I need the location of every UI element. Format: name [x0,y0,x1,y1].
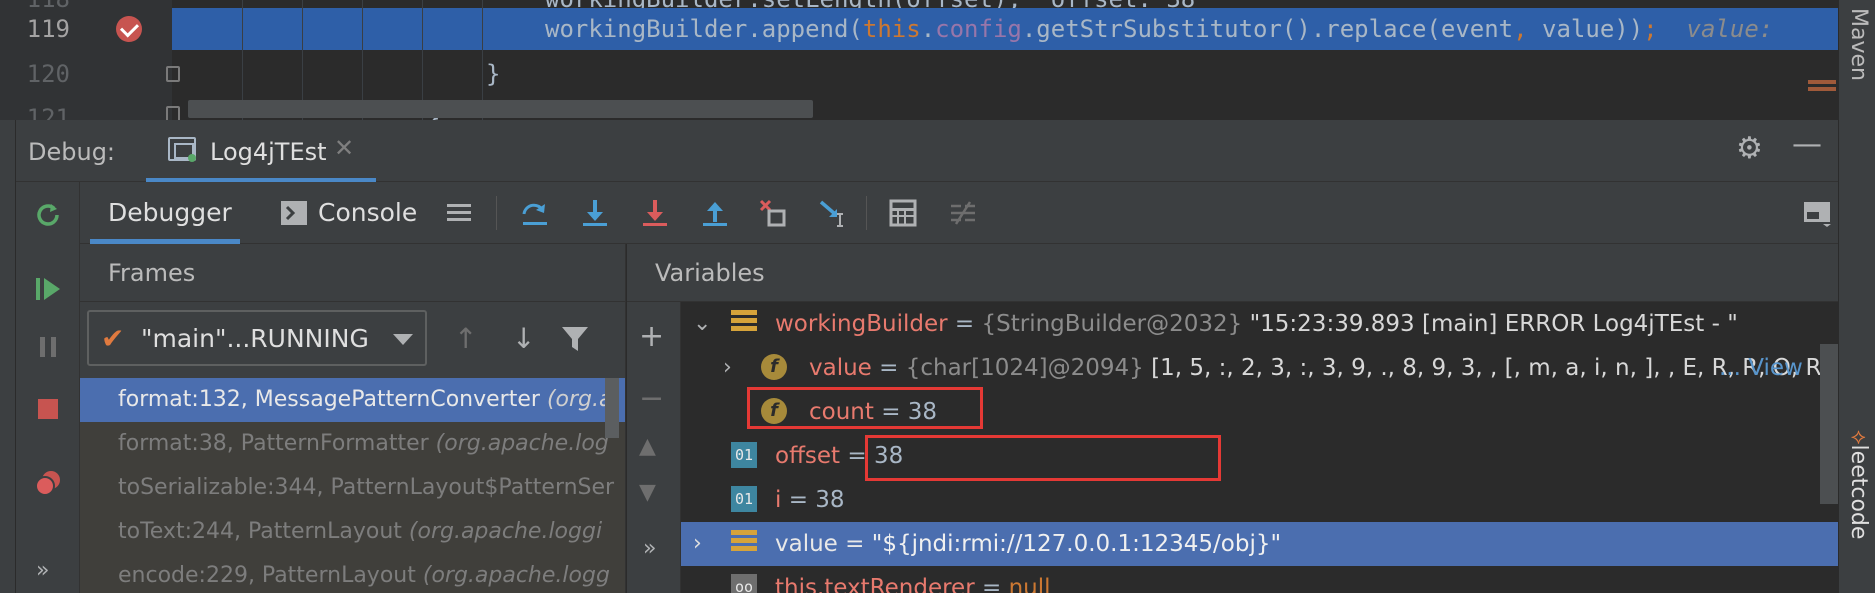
variable-tree: ⌄ workingBuilder = {StringBuilder@2032} … [681,302,1838,593]
tab-debugger[interactable]: Debugger [90,182,240,244]
variables-panel: Variables + − ▲ ▼ » ⌄ workingBuilder = {… [627,244,1838,593]
move-down-icon[interactable]: ▼ [639,478,656,508]
drop-frame-icon[interactable] [758,198,788,228]
line-number: 120 [26,60,70,88]
code-editor[interactable]: 118 workingBuilder.setLength(offset); of… [0,0,1838,120]
object-icon [731,530,757,556]
highlight-box-count [747,387,983,429]
variable-row-i[interactable]: 01 i = 38 [681,478,1838,522]
view-link[interactable]: ... View [1719,346,1803,390]
layout-menu-icon[interactable] [444,198,474,228]
debug-tool-window-header: Debug: Log4jTEst ✕ ⚙ — [16,120,1838,182]
primitive-icon: 01 [731,486,757,512]
move-up-icon[interactable]: ▲ [639,432,656,462]
leetcode-tool-tab[interactable]: ⟡leetcode [1846,430,1871,539]
restore-layout-icon[interactable] [1802,198,1832,228]
breakpoint-icon[interactable] [116,16,142,42]
current-execution-line[interactable]: 119 workingBuilder.append(this.config.ge… [0,8,1838,50]
variable-row-offset[interactable]: 01 offset = 38 [681,434,1838,478]
highlight-box-jndi-value [865,435,1221,481]
pause-icon[interactable] [33,332,63,362]
more-actions-icon[interactable]: » [643,534,656,564]
frames-header: Frames [80,244,625,302]
step-over-icon[interactable] [520,198,550,228]
fold-marker-icon[interactable] [166,106,180,120]
frames-panel: Frames ✔ "main"...RUNNING ↑ ↓ format:132… [80,244,626,593]
debug-session-tab[interactable]: Log4jTEst ✕ [146,120,376,182]
line-number: 121 [26,104,70,120]
check-icon: ✔ [101,322,125,355]
console-icon [281,201,307,225]
editor-horizontal-scrollbar[interactable] [188,100,813,118]
frame-row[interactable]: toText:244, PatternLayout (org.apache.lo… [80,510,625,554]
frame-row[interactable]: format:38, PatternFormatter (org.apache.… [80,422,625,466]
frame-list: format:132, MessagePatternConverter (org… [80,378,625,593]
inline-value-hint: value: [1686,15,1774,43]
step-into-icon[interactable] [580,198,610,228]
variable-row-value-string[interactable]: › value = "${jndi:rmi://127.0.0.1:12345/… [681,522,1838,566]
line-number: 119 [26,15,70,43]
variable-row-workingbuilder[interactable]: ⌄ workingBuilder = {StringBuilder@2032} … [681,302,1838,346]
chevron-right-icon[interactable]: › [723,346,732,390]
tab-console[interactable]: Console [280,182,417,244]
debug-label: Debug: [28,138,116,166]
debugger-toolbar: Debugger Console [80,182,1838,244]
step-out-icon[interactable] [700,198,730,228]
add-watch-icon[interactable]: + [639,322,664,352]
error-stripe-marks[interactable] [1808,80,1836,96]
variable-row-textrenderer[interactable]: oo this.textRenderer = null [681,566,1838,593]
debug-side-actions: » [16,182,80,593]
variables-scrollbar[interactable] [1820,344,1838,504]
debug-session-label: Log4jTEst [210,138,327,166]
run-to-cursor-icon[interactable] [818,198,848,228]
resume-icon[interactable] [33,274,63,304]
remove-watch-icon[interactable]: − [639,384,664,414]
chevron-right-icon[interactable]: › [693,522,702,566]
variables-header: Variables [627,244,1838,302]
next-frame-icon[interactable]: ↓ [512,324,535,354]
frame-row[interactable]: format:132, MessagePatternConverter (org… [80,378,625,422]
variables-side-actions: + − ▲ ▼ » [627,302,681,593]
evaluate-expression-icon[interactable] [888,198,918,228]
left-tool-strip [0,120,16,593]
variable-row-value-chars[interactable]: › f value = {char[1024]@2094} [1, 5, :, … [681,346,1838,390]
leetcode-icon: ⟡ [1846,430,1871,445]
code-text: } [486,60,501,88]
filter-icon[interactable] [560,324,590,354]
minimize-icon[interactable]: — [1792,130,1822,160]
object-icon [731,310,757,336]
maven-tool-tab[interactable]: Maven [1846,8,1871,81]
code-line[interactable]: 120 } [0,53,1838,95]
stop-icon[interactable] [33,394,63,424]
fold-marker-icon[interactable] [166,66,180,82]
gear-icon[interactable]: ⚙ [1736,134,1763,164]
force-step-into-icon[interactable] [640,198,670,228]
frames-scrollbar[interactable] [605,378,619,438]
code-text: workingBuilder.append(this.config.getStr… [545,15,1774,43]
run-config-icon [168,137,196,162]
primitive-icon: 01 [731,442,757,468]
field-icon: f [761,354,787,380]
right-tool-strip: Maven ⟡leetcode [1838,0,1875,593]
thread-selected-label: "main"...RUNNING [141,324,369,353]
frame-row[interactable]: toSerializable:344, PatternLayout$Patter… [80,466,625,510]
close-icon[interactable]: ✕ [334,134,354,162]
thread-selector-dropdown[interactable]: ✔ "main"...RUNNING [87,310,427,366]
primitive-icon: oo [731,574,757,593]
more-actions-icon[interactable]: » [36,558,49,583]
frame-row[interactable]: encode:229, PatternLayout (org.apache.lo… [80,554,625,593]
rerun-icon[interactable] [33,200,63,230]
chevron-down-icon[interactable]: ⌄ [693,302,711,346]
previous-frame-icon[interactable]: ↑ [454,324,477,354]
trace-current-stream-icon[interactable] [948,198,978,228]
view-breakpoints-icon[interactable] [33,468,63,498]
chevron-down-icon [393,334,413,345]
